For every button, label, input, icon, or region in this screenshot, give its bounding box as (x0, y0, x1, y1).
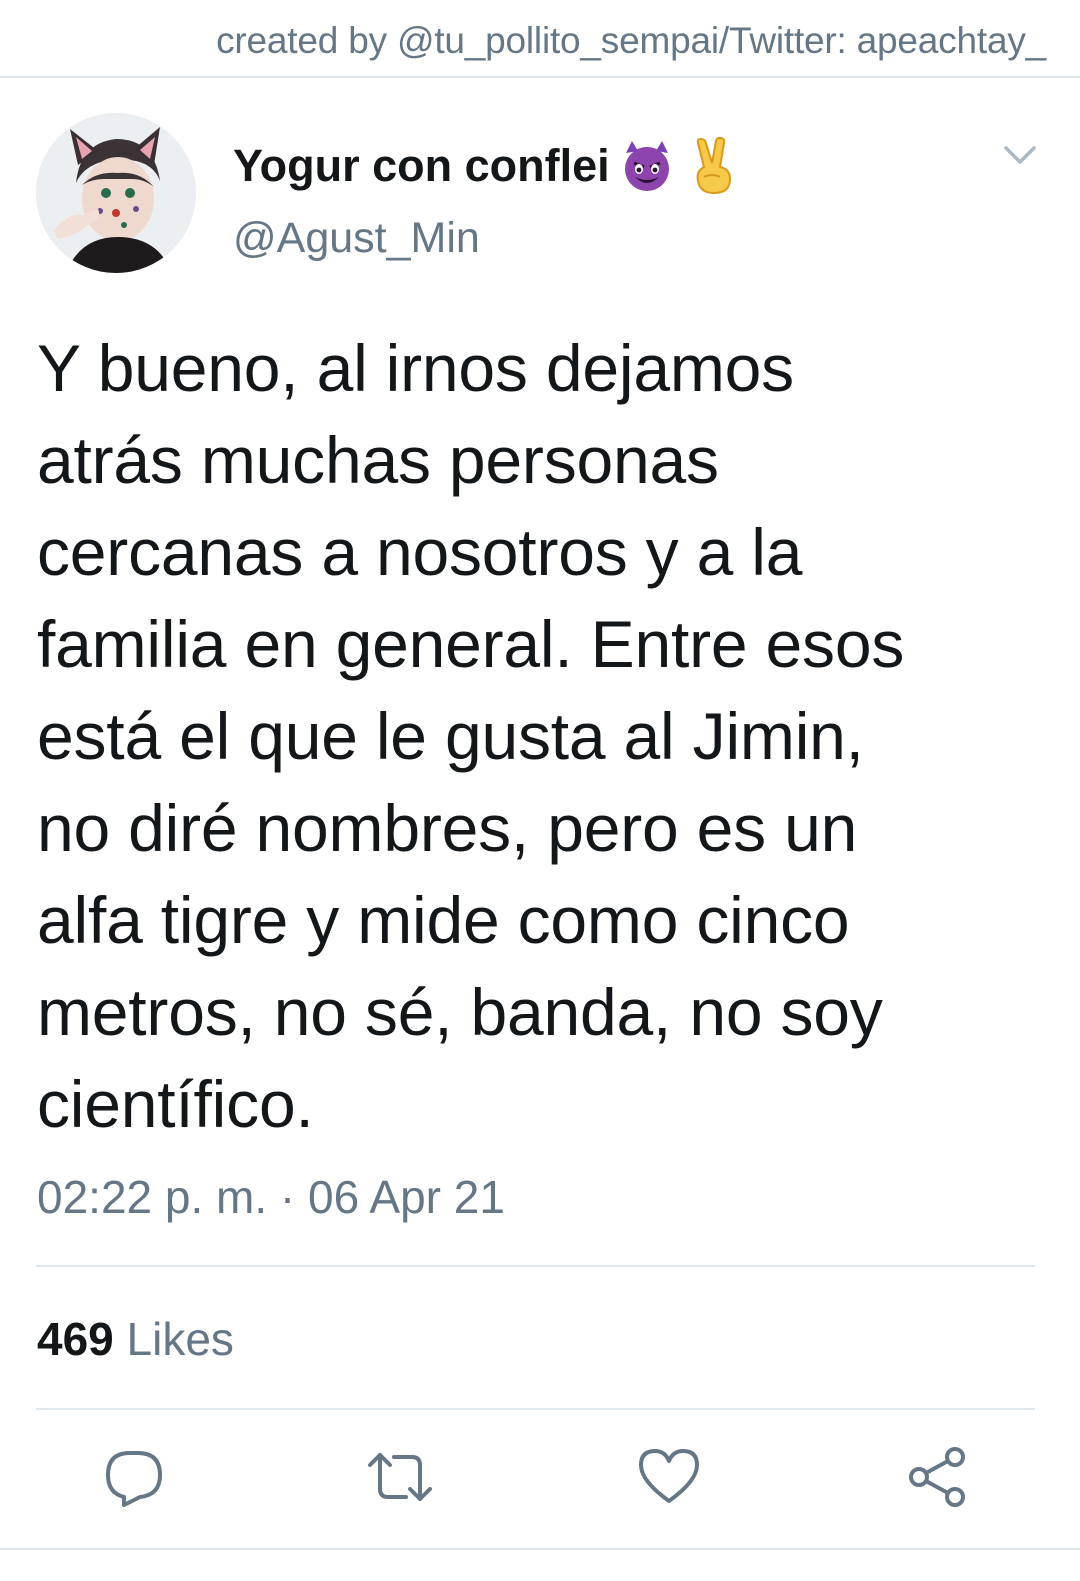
bottom-divider (0, 1548, 1080, 1550)
avatar-image (36, 113, 196, 273)
heart-icon (639, 1449, 699, 1503)
likes-stat[interactable]: 469 Likes (37, 1312, 234, 1366)
smiling-imp-emoji-icon (618, 137, 676, 195)
share-icon (909, 1447, 965, 1507)
tweet-timestamp[interactable]: 02:22 p. m. · 06 Apr 21 (37, 1170, 505, 1224)
avatar[interactable] (36, 113, 196, 273)
credit-bar: created by @tu_pollito_sempai/Twitter: a… (0, 0, 1080, 78)
tweet-text-line: no diré nombres, pero es un (37, 791, 858, 865)
divider (36, 1408, 1035, 1410)
retweet-button[interactable] (368, 1445, 432, 1509)
reply-icon (106, 1451, 162, 1507)
likes-count: 469 (37, 1313, 114, 1365)
share-button[interactable] (905, 1445, 969, 1509)
like-button[interactable] (637, 1445, 701, 1509)
credit-text: created by @tu_pollito_sempai/Twitter: a… (216, 20, 1046, 61)
tweet-text-line: científico. (37, 1067, 314, 1141)
reply-button[interactable] (102, 1445, 166, 1509)
chevron-down-icon[interactable] (1000, 140, 1040, 170)
tweet-text-line: atrás muchas personas (37, 423, 719, 497)
tweet-text-line: alfa tigre y mide como cinco (37, 883, 850, 957)
victory-hand-emoji-icon (684, 136, 742, 195)
user-handle[interactable]: @Agust_Min (233, 214, 480, 263)
retweet-icon (368, 1453, 432, 1501)
tweet-text: Y bueno, al irnos dejamos atrás muchas p… (37, 322, 1047, 1150)
tweet-text-line: familia en general. Entre esos (37, 607, 905, 681)
display-name: Yogur con conflei (233, 140, 610, 191)
tweet-text-line: está el que le gusta al Jimin, (37, 699, 864, 773)
likes-label: Likes (126, 1313, 234, 1365)
divider (36, 1265, 1035, 1267)
tweet-text-line: Y bueno, al irnos dejamos (37, 331, 794, 405)
tweet-text-line: metros, no sé, banda, no soy (37, 975, 883, 1049)
display-name-row[interactable]: Yogur con conflei (233, 136, 742, 195)
tweet-text-line: cercanas a nosotros y a la (37, 515, 803, 589)
